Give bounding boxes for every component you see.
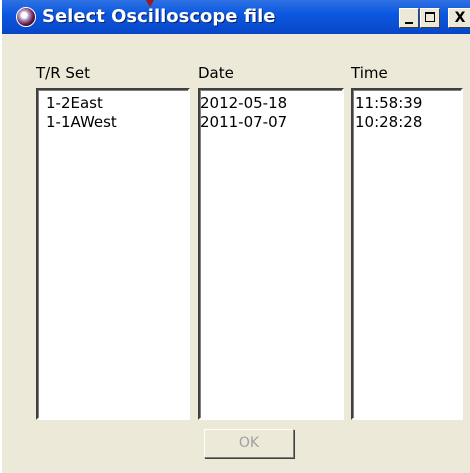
- list-item[interactable]: 1-1AWest: [38, 113, 188, 132]
- close-button[interactable]: X: [448, 8, 470, 28]
- minimize-button[interactable]: [399, 8, 419, 28]
- list-item[interactable]: 2012-05-18: [200, 94, 342, 113]
- list-item[interactable]: 11:58:39: [353, 94, 461, 113]
- close-icon: X: [454, 10, 466, 26]
- ok-button[interactable]: OK: [204, 429, 294, 458]
- tr-set-list[interactable]: 1-2East 1-1AWest: [36, 88, 190, 420]
- list-item[interactable]: 10:28:28: [353, 113, 461, 132]
- date-list[interactable]: 2012-05-18 2011-07-07: [198, 88, 344, 420]
- maximize-button[interactable]: [420, 8, 440, 28]
- time-list[interactable]: 11:58:39 10:28:28: [351, 88, 463, 420]
- list-item[interactable]: 1-2East: [38, 94, 188, 113]
- maximize-icon: [425, 12, 435, 22]
- column-header-tr-set: T/R Set: [36, 64, 91, 82]
- app-icon: [16, 7, 36, 27]
- select-oscilloscope-dialog: Select Oscilloscope file X T/R Set Date …: [0, 0, 470, 473]
- column-header-time: Time: [351, 64, 388, 82]
- list-item[interactable]: 2011-07-07: [200, 113, 342, 132]
- arrow-marker-icon: [146, 0, 154, 7]
- window-title: Select Oscilloscope file: [42, 6, 276, 27]
- minimize-icon: [405, 22, 413, 24]
- column-header-date: Date: [198, 64, 234, 82]
- title-bar[interactable]: Select Oscilloscope file X: [2, 0, 470, 34]
